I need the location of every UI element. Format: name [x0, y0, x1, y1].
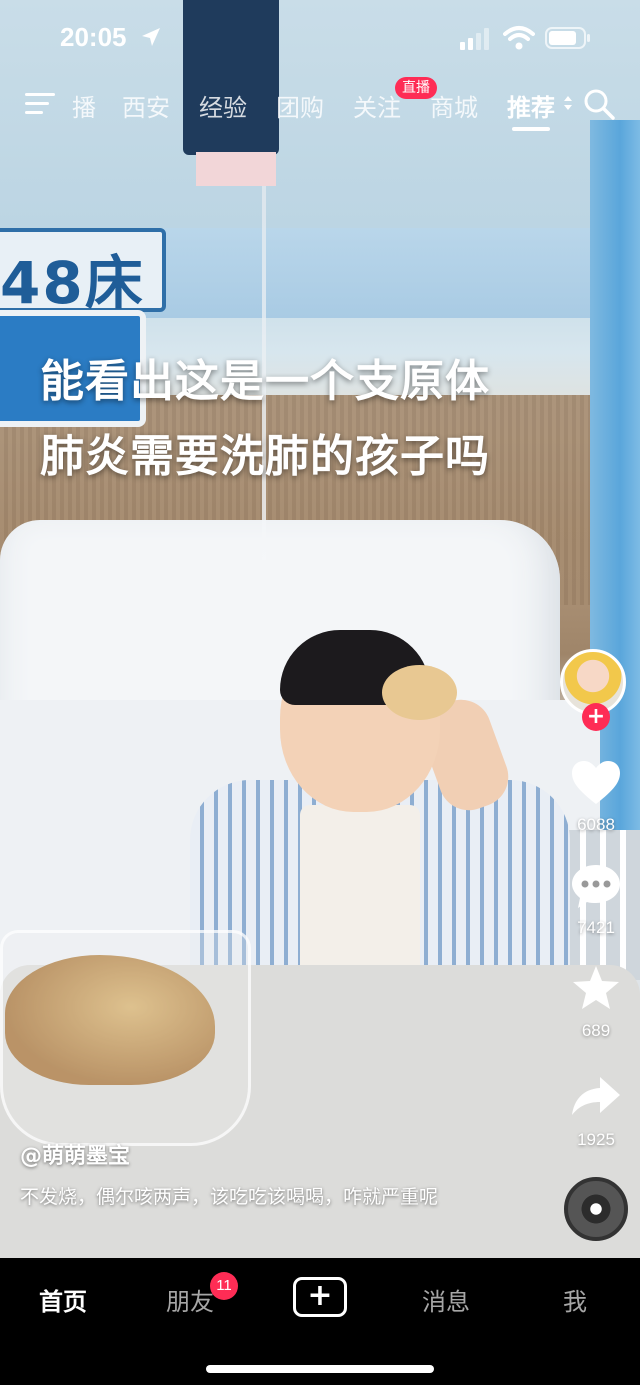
- nav-friends[interactable]: 朋友: [166, 1282, 214, 1317]
- overlay-text-line-2: 肺炎需要洗肺的孩子吗: [40, 431, 490, 482]
- nav-home[interactable]: 首页: [39, 1282, 87, 1317]
- menu-icon[interactable]: [25, 91, 57, 117]
- bed-number-sign: 48床: [0, 228, 166, 317]
- follow-plus-button[interactable]: +: [582, 703, 610, 731]
- battery-icon: [545, 27, 590, 49]
- cellular-signal-icon: [460, 28, 489, 50]
- tab-following[interactable]: 关注: [353, 88, 401, 123]
- create-button[interactable]: +: [293, 1277, 347, 1317]
- music-disc[interactable]: [564, 1177, 628, 1241]
- favorite-count: 689: [581, 1021, 611, 1040]
- top-navigation: 播 西安 经验 团购 关注 商城 推荐: [0, 80, 640, 130]
- tab-broadcast[interactable]: 播: [72, 88, 96, 123]
- screen: 48床 20:05 播 西安 经验 团购 关注 商城 推荐 直播 能看出这是一个…: [0, 0, 640, 1385]
- status-time: 20:05: [60, 22, 127, 52]
- share-arrow-icon[interactable]: [570, 1073, 622, 1119]
- tab-experience[interactable]: 经验: [199, 88, 247, 123]
- author-name[interactable]: @萌萌墨宝: [20, 1138, 130, 1170]
- wifi-icon: [503, 26, 535, 50]
- tab-mall[interactable]: 商城: [430, 88, 478, 123]
- location-arrow-icon: [142, 28, 160, 46]
- action-rail: + 6088 7421 689 1925: [556, 645, 640, 1245]
- share-count: 1925: [577, 1130, 615, 1149]
- live-badge: 直播: [395, 77, 437, 99]
- child-shirt: [300, 805, 420, 975]
- tab-group-buy[interactable]: 团购: [276, 88, 324, 123]
- iv-tag: [196, 152, 276, 186]
- switch-arrows-icon[interactable]: [562, 94, 574, 112]
- search-icon[interactable]: [583, 88, 615, 120]
- video-caption[interactable]: 不发烧，偶尔咳两声，该吃吃该喝喝，咋就严重呢: [20, 1182, 500, 1212]
- nav-me[interactable]: 我: [563, 1282, 587, 1317]
- star-icon[interactable]: [570, 965, 622, 1011]
- food-bowl: [0, 930, 251, 1146]
- nav-messages[interactable]: 消息: [422, 1282, 470, 1317]
- video-player[interactable]: 48床: [0, 0, 640, 1258]
- overlay-text-line-1: 能看出这是一个支原体: [40, 356, 490, 407]
- tab-recommended[interactable]: 推荐: [507, 88, 555, 123]
- home-indicator: [206, 1365, 434, 1373]
- friends-badge: 11: [210, 1272, 238, 1300]
- tab-xian[interactable]: 西安: [122, 88, 170, 123]
- heart-icon[interactable]: [570, 760, 622, 806]
- comment-count: 7421: [577, 918, 615, 937]
- bed-number-text: 48床: [0, 249, 145, 317]
- chicken-drumstick: [382, 665, 457, 720]
- like-count: 6088: [577, 815, 615, 834]
- comment-icon[interactable]: [570, 863, 622, 909]
- status-bar: 20:05: [0, 0, 640, 76]
- active-tab-indicator: [512, 127, 550, 131]
